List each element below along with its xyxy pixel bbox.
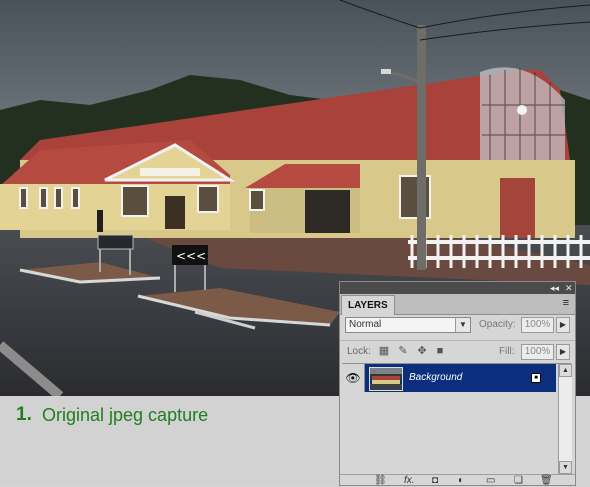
- layer-thumbnail: [369, 367, 403, 391]
- new-group-icon[interactable]: ▭: [486, 475, 495, 487]
- panel-bottom-bar: ⛓ fx. ◘ ◐ ▭ ❏ 🗑: [340, 474, 575, 487]
- fill-slider-icon[interactable]: ▶: [556, 344, 570, 360]
- new-layer-icon[interactable]: ❏: [514, 475, 523, 487]
- fill-label: Fill:: [499, 346, 515, 357]
- link-layers-icon[interactable]: ⛓: [374, 475, 387, 487]
- layer-row[interactable]: 👁 Background ■: [342, 364, 556, 392]
- svg-text:<<<: <<<: [176, 249, 206, 263]
- blend-mode-value: Normal: [349, 319, 382, 330]
- lock-icon: ■: [531, 373, 541, 383]
- lock-all-icon[interactable]: ■: [434, 345, 446, 357]
- lock-pixels-icon[interactable]: ✎: [397, 345, 409, 357]
- fill-field[interactable]: 100%: [521, 344, 554, 360]
- opacity-slider-icon[interactable]: ▶: [556, 317, 570, 333]
- collapse-icon[interactable]: ◂◂: [550, 282, 559, 294]
- blend-row: Normal ▼ Opacity: 100% ▶: [340, 315, 575, 337]
- caption-text: Original jpeg capture: [42, 405, 209, 425]
- close-icon[interactable]: ✕: [565, 282, 573, 294]
- lock-transparency-icon[interactable]: ▦: [378, 345, 390, 357]
- layers-scrollbar[interactable]: ▲ ▼: [558, 364, 572, 474]
- trash-icon[interactable]: 🗑: [540, 475, 553, 487]
- opacity-label: Opacity:: [479, 319, 516, 330]
- caption-strip: 1. Original jpeg capture: [0, 396, 340, 486]
- layer-name: Background: [409, 372, 463, 383]
- layers-list: 👁 Background ■ ▲ ▼: [342, 363, 572, 474]
- blend-mode-select[interactable]: Normal ▼: [345, 317, 471, 333]
- scroll-up-icon[interactable]: ▲: [559, 364, 572, 377]
- eye-icon[interactable]: 👁: [342, 364, 365, 392]
- add-mask-icon[interactable]: ◘: [432, 475, 438, 487]
- panel-menu-icon[interactable]: ≡: [563, 297, 569, 309]
- panel-tab-row: LAYERS ≡: [340, 294, 575, 315]
- adjustment-layer-icon[interactable]: ◐: [458, 475, 464, 487]
- scroll-down-icon[interactable]: ▼: [559, 461, 572, 474]
- panel-title-bar[interactable]: ◂◂ ✕: [340, 282, 575, 294]
- lock-row: Lock: ▦ ✎ ✥ ■ Fill: 100% ▶: [340, 340, 575, 363]
- chevron-down-icon: ▼: [455, 318, 470, 332]
- opacity-field[interactable]: 100%: [521, 317, 554, 333]
- caption-number: 1.: [16, 404, 32, 425]
- lock-position-icon[interactable]: ✥: [416, 345, 428, 357]
- layers-panel: ◂◂ ✕ LAYERS ≡ Normal ▼ Opacity: 100% ▶ L…: [339, 281, 576, 486]
- layer-item-background[interactable]: Background ■: [365, 364, 556, 392]
- fx-icon[interactable]: fx.: [404, 475, 415, 487]
- tab-layers[interactable]: LAYERS: [341, 295, 395, 315]
- lock-label: Lock:: [347, 346, 371, 357]
